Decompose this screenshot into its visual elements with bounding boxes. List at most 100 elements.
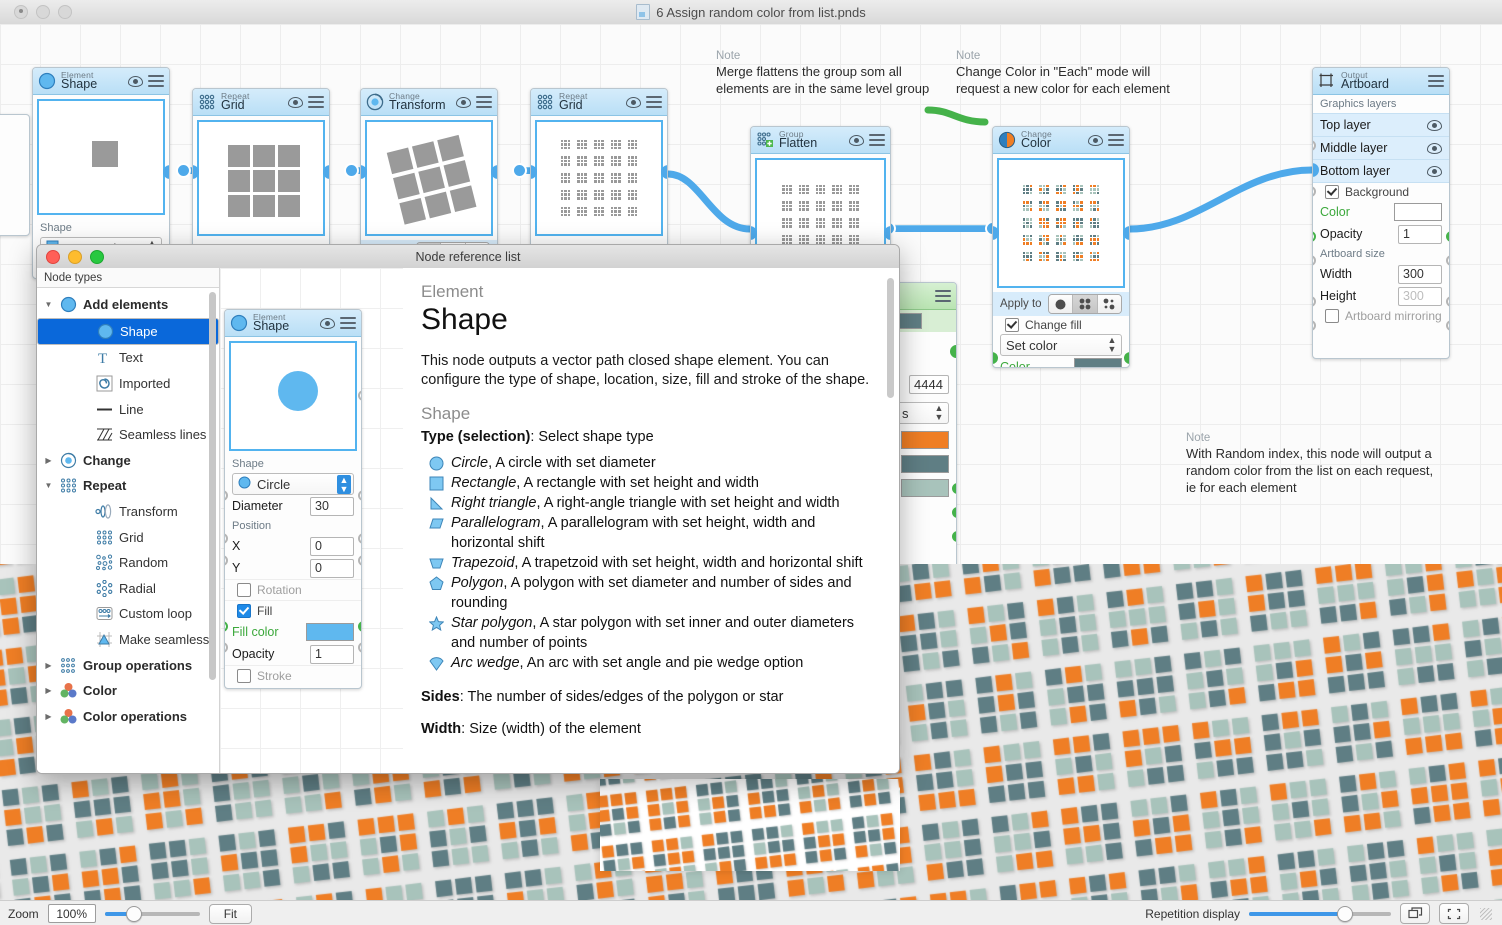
dialog-titlebar[interactable]: Node reference list xyxy=(37,245,899,269)
y-out-port[interactable] xyxy=(358,555,362,566)
swatch-out-2[interactable] xyxy=(952,507,957,518)
layer-bottom[interactable]: Bottom layer xyxy=(1313,159,1449,183)
zoom-slider[interactable] xyxy=(105,906,200,922)
field-height[interactable]: Height 300 xyxy=(1313,285,1449,307)
disclosure-triangle-icon[interactable]: ▶ xyxy=(43,456,54,465)
tree-item-color-operations[interactable]: ▶ Color operations xyxy=(37,704,219,730)
disclosure-triangle-icon[interactable]: ▶ xyxy=(43,712,54,721)
tree-item-imported[interactable]: Imported xyxy=(37,371,219,397)
tree-item-line[interactable]: Line xyxy=(37,396,219,422)
zoom-button[interactable] xyxy=(58,5,72,19)
node-change-color[interactable]: Change Color Apply to Change fill Set co… xyxy=(992,126,1130,368)
output-port[interactable] xyxy=(1123,226,1130,240)
zoom-input[interactable]: 100% xyxy=(48,904,96,923)
visibility-eye-icon[interactable] xyxy=(849,135,864,146)
visibility-eye-icon[interactable] xyxy=(1088,135,1103,146)
tree-item-color[interactable]: ▶ Color xyxy=(37,678,219,704)
node-header[interactable]: Change Transform xyxy=(361,89,497,116)
color-mode-select[interactable]: Set color ▲ ▼ xyxy=(1000,334,1122,356)
output-port[interactable] xyxy=(163,165,170,179)
tree-item-random[interactable]: Random xyxy=(37,550,219,576)
width-input[interactable]: 300 xyxy=(1398,265,1442,284)
doc-scrollbar[interactable] xyxy=(887,278,894,398)
visibility-eye-icon[interactable] xyxy=(456,97,471,108)
preview-node-element-shape[interactable]: Element Shape Shape Circle ▲ ▼ Diameter … xyxy=(224,309,362,689)
layer-top[interactable]: Top layer xyxy=(1313,113,1449,136)
node-header[interactable]: Group Flatten xyxy=(751,127,890,154)
fill-checkbox[interactable] xyxy=(237,604,251,618)
apply-to-mixed[interactable] xyxy=(1098,295,1121,313)
stroke-checkbox[interactable] xyxy=(237,669,251,683)
field-fill-color[interactable]: Fill color xyxy=(225,621,361,643)
field-x[interactable]: X 0 xyxy=(225,535,361,557)
field-artboard-mirroring[interactable]: Artboard mirroring xyxy=(1313,307,1449,325)
fill-color-swatch[interactable] xyxy=(306,623,354,641)
node-menu-icon[interactable] xyxy=(148,75,164,87)
resize-grip[interactable] xyxy=(1480,908,1492,920)
x-input[interactable]: 0 xyxy=(310,537,354,556)
diameter-out-port[interactable] xyxy=(358,490,362,501)
change-fill-checkbox[interactable] xyxy=(1005,318,1019,332)
artboard-preview[interactable] xyxy=(600,779,900,871)
rotation-checkbox[interactable] xyxy=(237,583,251,597)
y-input[interactable]: 0 xyxy=(310,559,354,578)
layer-middle[interactable]: Middle layer xyxy=(1313,136,1449,159)
field-opacity[interactable]: Opacity 1 xyxy=(1313,223,1449,245)
node-output-artboard[interactable]: Output Artboard Graphics layers Top laye… xyxy=(1312,67,1450,359)
output-port[interactable] xyxy=(491,165,498,179)
apply-to-each[interactable] xyxy=(1073,295,1097,313)
output-port[interactable] xyxy=(661,165,668,179)
visibility-eye-icon[interactable] xyxy=(1427,166,1442,177)
artboard-mirroring-checkbox[interactable] xyxy=(1325,309,1339,323)
tree-item-custom-loop[interactable]: Custom loop xyxy=(37,601,219,627)
node-header[interactable]: Change Color xyxy=(993,127,1129,154)
node-menu-icon[interactable] xyxy=(869,134,885,146)
color-list-output-port[interactable] xyxy=(950,345,957,358)
apply-to-single[interactable] xyxy=(1049,295,1073,313)
field-color[interactable]: Color xyxy=(993,356,1129,368)
tree-item-radial[interactable]: Radial xyxy=(37,576,219,602)
field-diameter[interactable]: Diameter 30 xyxy=(225,495,361,517)
opacity-out-port[interactable] xyxy=(1446,255,1450,266)
field-background[interactable]: Background xyxy=(1313,183,1449,201)
visibility-eye-icon[interactable] xyxy=(1427,143,1442,154)
opacity-input[interactable]: 1 xyxy=(310,645,354,664)
node-types-panel[interactable]: Node types ▼ Add elements Shape T Text Import… xyxy=(37,268,220,773)
node-types-tree[interactable]: ▼ Add elements Shape T Text Imported Line Seaml… xyxy=(37,288,219,729)
color-swatch[interactable] xyxy=(1074,358,1122,368)
field-shape-select[interactable]: Circle ▲ ▼ xyxy=(225,473,361,495)
shape-select[interactable]: Circle ▲ ▼ xyxy=(232,473,354,495)
swatch-out-3[interactable] xyxy=(952,531,957,542)
tree-item-grid[interactable]: Grid xyxy=(37,524,219,550)
node-offscreen-left[interactable] xyxy=(0,114,30,236)
visibility-eye-icon[interactable] xyxy=(128,76,143,87)
output-port[interactable] xyxy=(884,226,891,240)
field-width[interactable]: Width 300 xyxy=(1313,263,1449,285)
stepper-icon[interactable]: ▲▼ xyxy=(1105,336,1119,354)
close-button[interactable] xyxy=(14,5,28,19)
tree-item-make-seamless[interactable]: Make seamless xyxy=(37,627,219,653)
node-header[interactable]: Element Shape xyxy=(33,68,169,95)
opacity-out-port[interactable] xyxy=(358,642,362,653)
field-apply-to[interactable]: Apply to xyxy=(993,292,1129,316)
tree-scrollbar[interactable] xyxy=(209,292,216,680)
height-input[interactable]: 300 xyxy=(1398,287,1442,306)
fit-button[interactable]: Fit xyxy=(209,904,252,924)
tree-item-shape[interactable]: Shape xyxy=(37,318,219,346)
background-color-swatch[interactable] xyxy=(1394,203,1442,221)
tree-item-seamless-lines[interactable]: Seamless lines xyxy=(37,422,219,448)
node-menu-icon[interactable] xyxy=(1428,75,1444,87)
disclosure-triangle-icon[interactable]: ▼ xyxy=(43,300,54,309)
field-color-mode-select[interactable]: Set color ▲ ▼ xyxy=(993,334,1129,356)
field-change-fill[interactable]: Change fill xyxy=(993,316,1129,334)
field-opacity[interactable]: Opacity 1 xyxy=(225,643,361,665)
stepper-icon[interactable]: ▲▼ xyxy=(337,475,351,494)
visibility-eye-icon[interactable] xyxy=(288,97,303,108)
index-select[interactable]: s ▲ ▼ xyxy=(896,402,949,424)
disclosure-triangle-icon[interactable]: ▼ xyxy=(43,481,54,490)
node-menu-icon[interactable] xyxy=(646,96,662,108)
node-header[interactable]: Output Artboard xyxy=(1313,68,1449,95)
tree-item-change[interactable]: ▶ Change xyxy=(37,448,219,474)
fill-color-out-port[interactable] xyxy=(358,621,362,632)
visibility-eye-icon[interactable] xyxy=(1427,120,1442,131)
